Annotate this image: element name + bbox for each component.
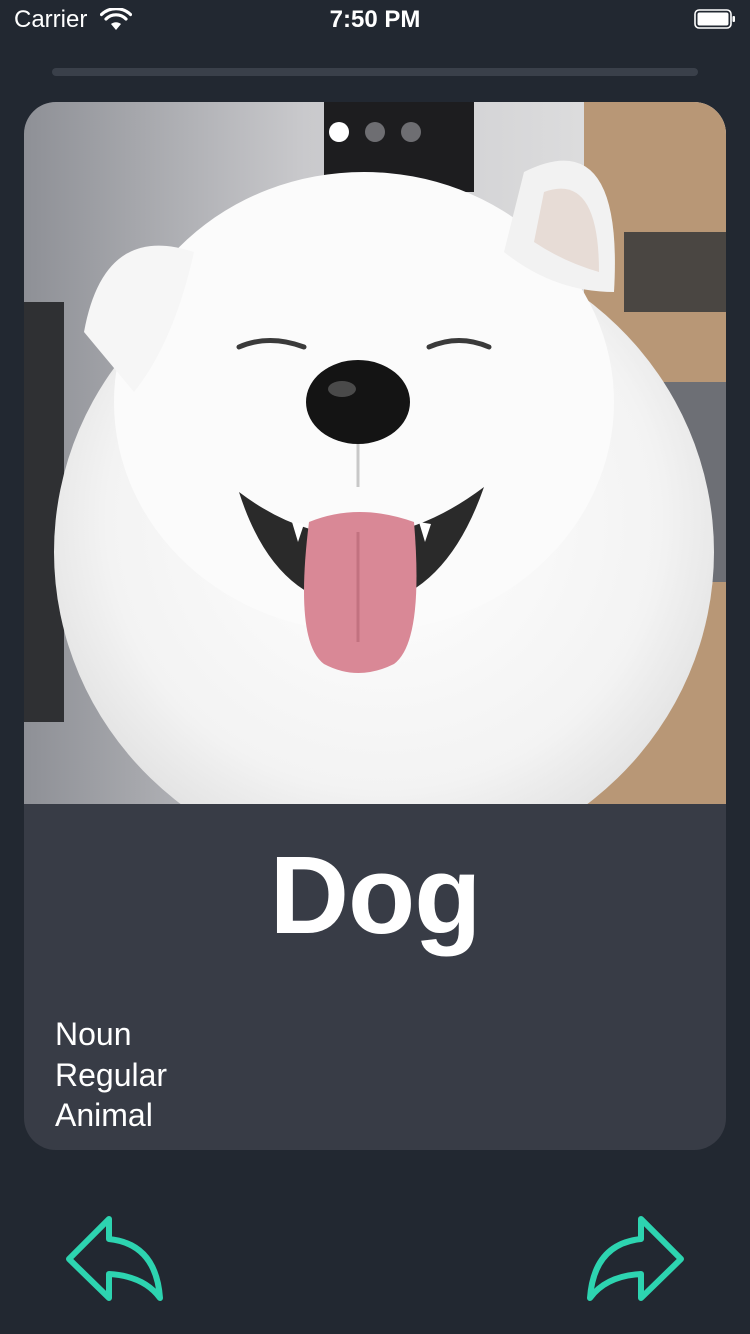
pager-dot[interactable] [401,122,421,142]
battery-icon [694,9,735,29]
card-tags: Noun Regular Animal [55,1014,167,1136]
forward-arrow-right-icon [587,1216,684,1301]
status-bar: Carrier 7:50 PM [0,0,750,40]
image-pager[interactable] [24,122,726,142]
status-time: 7:50 PM [329,6,421,33]
previous-button[interactable] [64,1214,164,1304]
card-word: Dog [269,834,482,957]
pager-dot[interactable] [365,122,385,142]
progress-bar [52,68,698,76]
reply-arrow-left-icon [66,1216,163,1301]
dog-photo-image [24,102,726,804]
tag-category: Animal [55,1097,153,1133]
tag-part-of-speech: Noun [55,1016,132,1052]
next-button[interactable] [586,1214,686,1304]
flashcard[interactable]: Dog Noun Regular Animal [24,102,726,1150]
tag-form: Regular [55,1056,168,1093]
card-image [24,102,726,804]
pager-dot[interactable] [329,122,349,142]
